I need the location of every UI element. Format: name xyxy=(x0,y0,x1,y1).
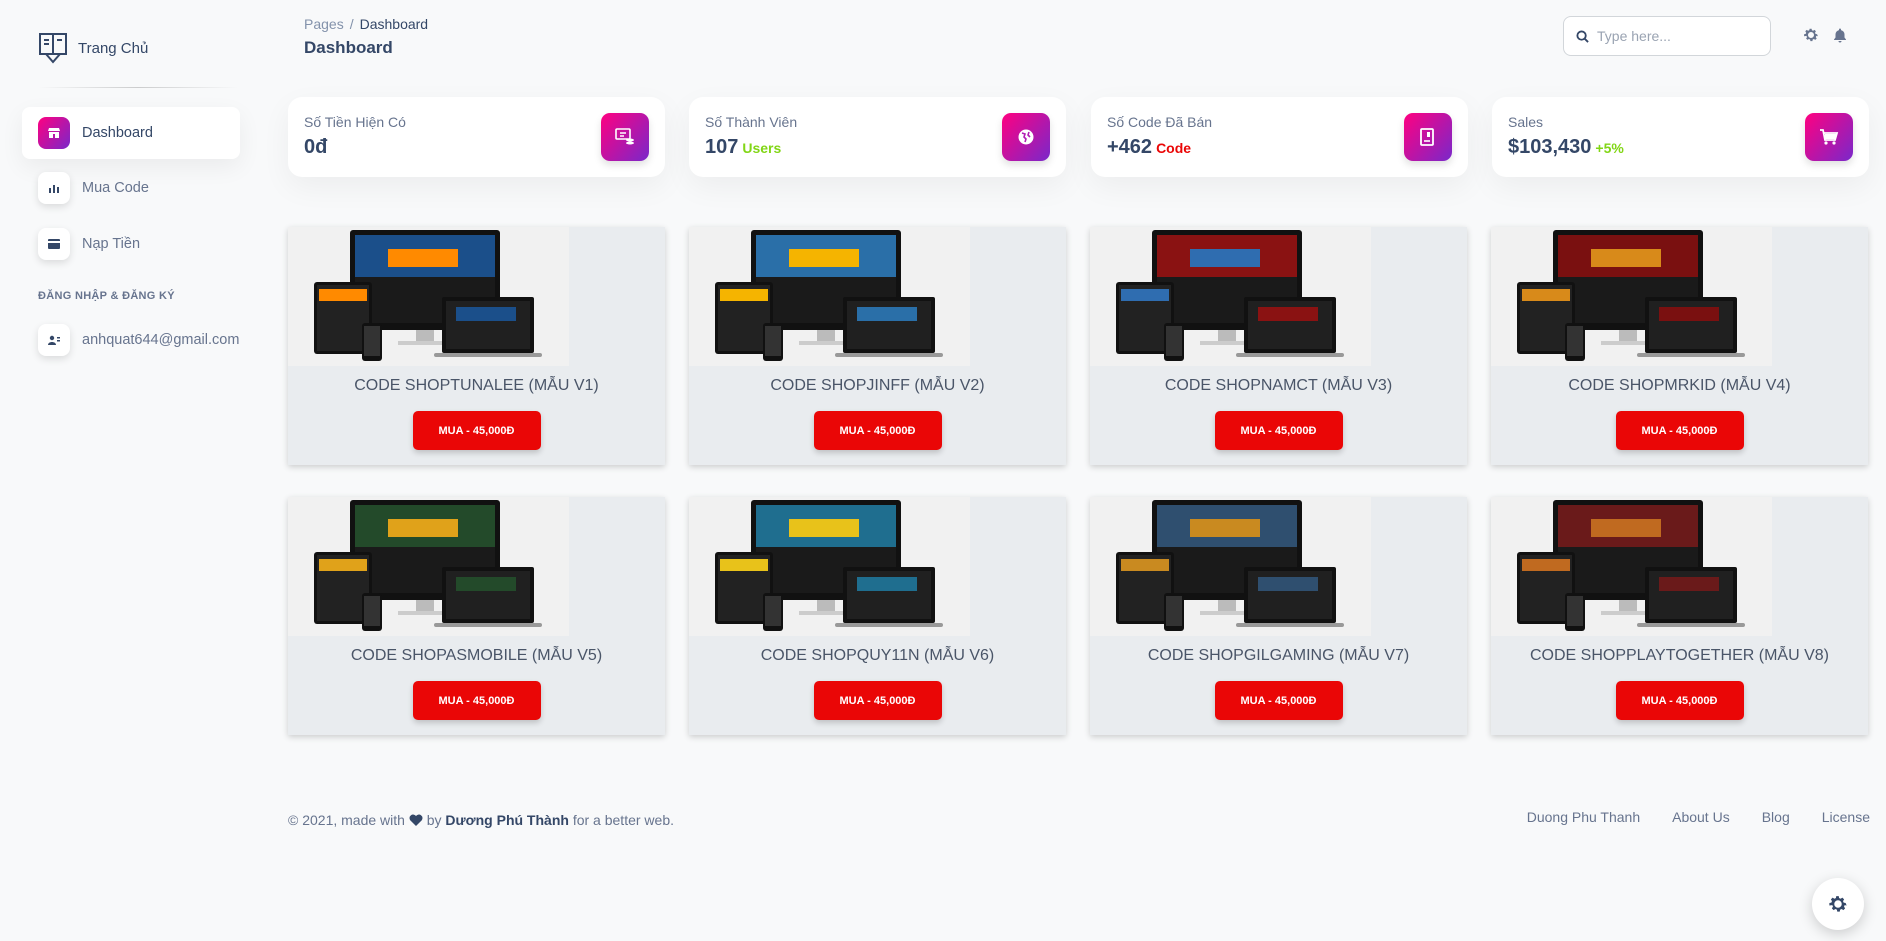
product-card: CODE SHOPJINFF (MẪU V2) MUA - 45,000Đ xyxy=(689,227,1066,465)
stat-number: $103,430 xyxy=(1508,136,1592,158)
product-card: CODE SHOPASMOBILE (MẪU V5) MUA - 45,000Đ xyxy=(288,497,665,735)
footer-prefix: © 2021, made with xyxy=(288,812,405,828)
buy-button[interactable]: MUA - 45,000Đ xyxy=(412,411,541,450)
sidebar-item-label: Dashboard xyxy=(82,125,153,141)
product-card: CODE SHOPQUY11N (MẪU V6) MUA - 45,000Đ xyxy=(689,497,1066,735)
product-image[interactable] xyxy=(1491,497,1772,636)
logo-icon xyxy=(39,33,67,64)
money-icon xyxy=(601,113,649,161)
brand-name: Trang Chủ xyxy=(78,39,149,57)
product-title: CODE SHOPNAMCT (MẪU V3) xyxy=(1164,377,1393,394)
chart-icon xyxy=(38,172,70,204)
stat-suffix: Users xyxy=(742,140,782,156)
stat-card-members: Số Thành Viên 107 Users xyxy=(689,97,1066,177)
search-box[interactable] xyxy=(1563,16,1771,56)
stat-number: 107 xyxy=(705,136,739,158)
stat-label: Số Code Đã Bán xyxy=(1107,114,1213,130)
product-image[interactable] xyxy=(1491,227,1772,366)
gear-icon xyxy=(1829,896,1847,912)
stat-value: 107 Users xyxy=(705,136,1050,159)
footer-author-link[interactable]: Dương Phú Thành xyxy=(445,812,569,828)
stat-value: $103,430 +5% xyxy=(1508,136,1853,159)
footer-by: by xyxy=(426,812,442,828)
sidebar-section-heading: ĐĂNG NHẬP & ĐĂNG KÝ xyxy=(38,290,175,302)
buy-button[interactable]: MUA - 45,000Đ xyxy=(412,681,541,720)
product-title: CODE SHOPMRKID (MẪU V4) xyxy=(1568,377,1791,394)
sidebar-item-label: Nạp Tiền xyxy=(82,236,141,252)
product-title: CODE SHOPQUY11N (MẪU V6) xyxy=(760,647,995,664)
product-image[interactable] xyxy=(689,497,970,636)
stat-suffix: Code xyxy=(1156,140,1192,156)
footer-suffix: for a better web. xyxy=(572,812,674,828)
breadcrumb: Pages / Dashboard xyxy=(304,16,428,32)
product-title: CODE SHOPASMOBILE (MẪU V5) xyxy=(350,647,603,664)
user-card-icon xyxy=(38,324,70,356)
search-input[interactable] xyxy=(1597,28,1757,44)
product-card: CODE SHOPNAMCT (MẪU V3) MUA - 45,000Đ xyxy=(1090,227,1467,465)
stat-value: +462 Code xyxy=(1107,136,1452,159)
stat-card-balance: Số Tiền Hiện Có 0đ xyxy=(288,97,665,177)
product-title: CODE SHOPJINFF (MẪU V2) xyxy=(770,377,985,394)
heart-icon xyxy=(409,814,423,826)
product-card: CODE SHOPGILGAMING (MẪU V7) MUA - 45,000Đ xyxy=(1090,497,1467,735)
product-card: CODE SHOPTUNALEE (MẪU V1) MUA - 45,000Đ xyxy=(288,227,665,465)
search-icon xyxy=(1576,29,1589,43)
credit-card-icon xyxy=(38,228,70,260)
buy-button[interactable]: MUA - 45,000Đ xyxy=(813,681,942,720)
breadcrumb-current: Dashboard xyxy=(359,16,429,32)
footer-link-blog[interactable]: Blog xyxy=(1762,809,1790,825)
product-image[interactable] xyxy=(288,497,569,636)
sidebar-item-account[interactable]: anhquat644@gmail.com - 0 VNĐ xyxy=(22,314,240,366)
brand[interactable]: Trang Chủ xyxy=(38,32,148,64)
bell-icon[interactable] xyxy=(1832,27,1848,43)
product-image[interactable] xyxy=(689,227,970,366)
page-title: Dashboard xyxy=(304,38,393,57)
stat-label: Sales xyxy=(1508,114,1544,130)
product-title: CODE SHOPTUNALEE (MẪU V1) xyxy=(354,377,599,394)
sidebar-item-label: Mua Code xyxy=(82,180,149,196)
buy-button[interactable]: MUA - 45,000Đ xyxy=(1615,681,1744,720)
product-image[interactable] xyxy=(1090,227,1371,366)
product-title: CODE SHOPPLAYTOGETHER (MẪU V8) xyxy=(1529,647,1829,664)
stat-card-sales: Sales $103,430 +5% xyxy=(1492,97,1869,177)
footer-link-license[interactable]: License xyxy=(1822,809,1870,825)
account-email: anhquat644@gmail.com - 0 VNĐ xyxy=(82,332,240,348)
buy-button[interactable]: MUA - 45,000Đ xyxy=(1615,411,1744,450)
breadcrumb-root[interactable]: Pages xyxy=(304,16,344,32)
settings-fab[interactable] xyxy=(1812,878,1864,930)
footer-link-author[interactable]: Duong Phu Thanh xyxy=(1527,809,1640,825)
document-icon xyxy=(1404,113,1452,161)
product-title: CODE SHOPGILGAMING (MẪU V7) xyxy=(1147,647,1410,664)
footer-copyright: © 2021, made with by Dương Phú Thành for… xyxy=(288,812,674,828)
sidebar-item-dashboard[interactable]: Dashboard xyxy=(22,107,240,159)
product-image[interactable] xyxy=(288,227,569,366)
stat-number: +462 xyxy=(1107,136,1153,158)
globe-icon xyxy=(1002,113,1050,161)
stat-label: Số Thành Viên xyxy=(705,114,798,130)
stat-card-codes-sold: Số Code Đã Bán +462 Code xyxy=(1091,97,1468,177)
sidebar: Trang Chủ Dashboard Mua Code Nạp Tiền ĐĂ… xyxy=(0,0,262,941)
sidebar-item-nap-tien[interactable]: Nạp Tiền xyxy=(22,218,240,270)
stat-value: 0đ xyxy=(304,136,649,159)
footer-link-about[interactable]: About Us xyxy=(1672,809,1730,825)
buy-button[interactable]: MUA - 45,000Đ xyxy=(1214,411,1343,450)
product-image[interactable] xyxy=(1090,497,1371,636)
buy-button[interactable]: MUA - 45,000Đ xyxy=(813,411,942,450)
stat-label: Số Tiền Hiện Có xyxy=(304,114,406,130)
stat-suffix: +5% xyxy=(1595,140,1624,156)
product-card: CODE SHOPPLAYTOGETHER (MẪU V8) MUA - 45,0… xyxy=(1491,497,1868,735)
product-card: CODE SHOPMRKID (MẪU V4) MUA - 45,000Đ xyxy=(1491,227,1868,465)
stat-number: 0đ xyxy=(304,136,328,158)
shop-icon xyxy=(38,117,70,149)
cart-icon xyxy=(1805,113,1853,161)
breadcrumb-separator: / xyxy=(349,16,354,32)
sidebar-divider xyxy=(38,87,238,88)
gear-icon[interactable] xyxy=(1803,27,1819,43)
sidebar-item-mua-code[interactable]: Mua Code xyxy=(22,162,240,214)
footer-links: Duong Phu Thanh About Us Blog License xyxy=(1527,809,1870,825)
buy-button[interactable]: MUA - 45,000Đ xyxy=(1214,681,1343,720)
